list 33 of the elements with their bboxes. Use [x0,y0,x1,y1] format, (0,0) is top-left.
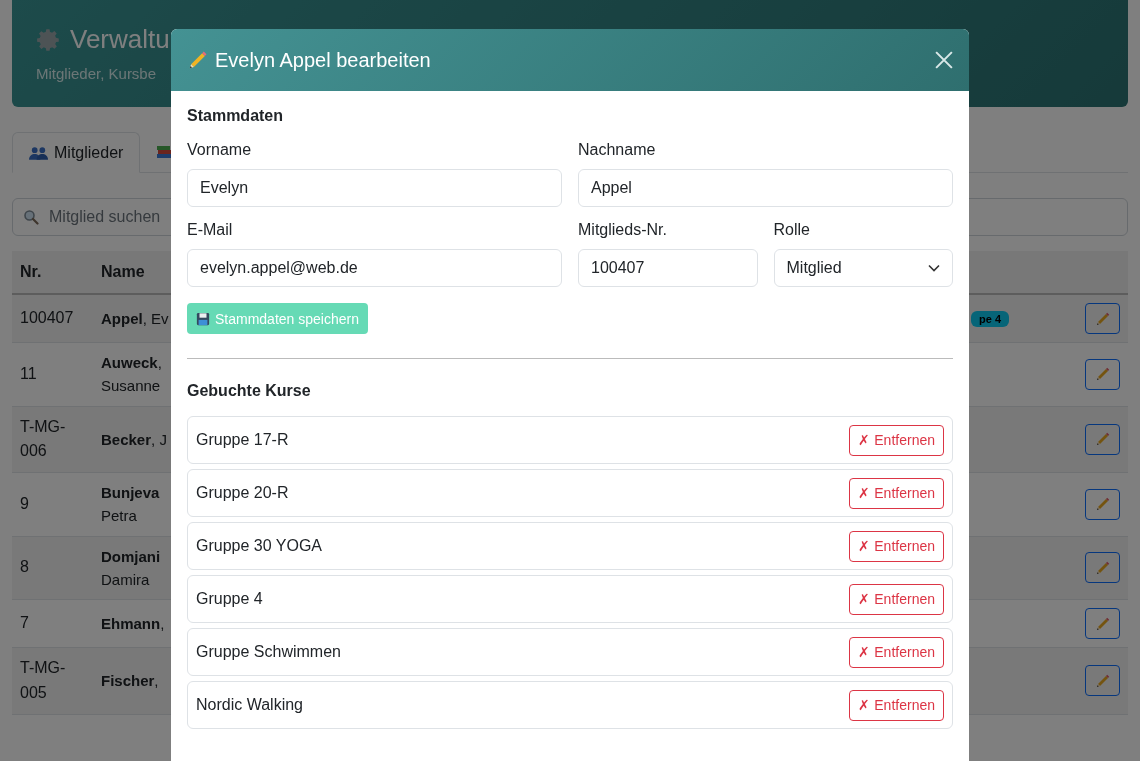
page-title: Verwaltu [70,24,170,55]
table-cell-text: Ehmann, [101,613,166,634]
column-header: Name [101,263,146,281]
field-label: Nachname [578,141,657,159]
field-label: Vorname [187,141,253,159]
table-cell-text: 8 [19,557,30,578]
table-cell-text: Bunjeva Petra [101,483,161,527]
table-cell-text: 11 [19,363,38,384]
course-name: Gruppe Schwimmen [196,643,341,661]
dialog-title: Evelyn Appel bearbeiten [215,48,431,72]
table-cell-text: Domjani Damira [101,546,162,590]
column-header: Nr. [19,263,43,281]
field-label: Mitglieds-Nr. [578,221,668,239]
course-name: Gruppe 4 [196,590,263,608]
field-label: Rolle [773,221,811,239]
course-name: Nordic Walking [196,696,303,714]
table-cell-text: 9 [19,493,30,514]
table-cell-text: Auweck, Susanne [101,353,163,397]
table-cell-text: 7 [19,613,30,634]
table-cell-text: Becker, J [101,429,168,450]
table-cell-text: T-MG-006 [19,416,67,462]
course-name: Gruppe 17-R [196,431,289,449]
table-cell-text: Fischer, [101,671,160,692]
field-label: E-Mail [187,221,234,239]
section-heading: Gebuchte Kurse [187,382,312,400]
table-cell-text: 100407 [19,308,75,329]
course-badge: pe 4 [971,311,1009,328]
table-cell-text: T-MG-005 [19,658,67,703]
section-heading: Stammdaten [187,107,285,125]
course-name: Gruppe 30 YOGA [196,537,322,555]
course-name: Gruppe 20-R [196,484,289,502]
table-cell-text: Appel, Ev [101,308,170,329]
page-subtitle: Mitglieder, Kursbe [36,65,158,82]
